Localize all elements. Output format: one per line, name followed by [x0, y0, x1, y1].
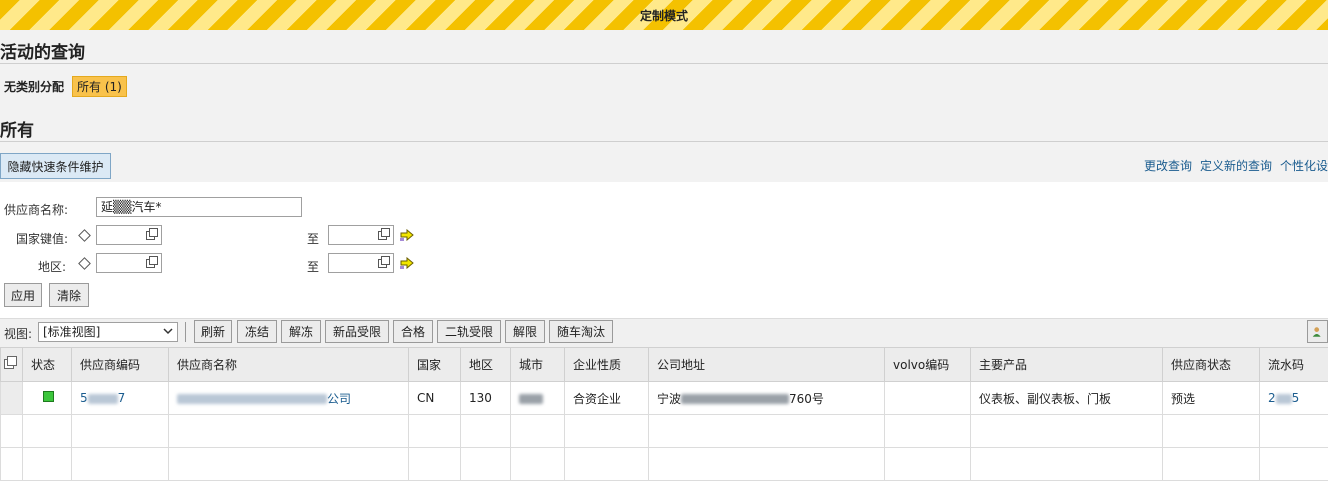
city-cell — [511, 382, 565, 415]
to-label: 至 — [307, 230, 319, 247]
toolbar-separator — [185, 322, 186, 342]
banner-title: 定制模式 — [640, 7, 688, 24]
second-track-restrict-button[interactable]: 二轨受限 — [437, 320, 501, 343]
column-header[interactable]: 供应商编码 — [72, 348, 169, 382]
define-new-query-link[interactable]: 定义新的查询 — [1200, 157, 1272, 174]
value-help-icon[interactable] — [146, 256, 158, 268]
column-header[interactable]: volvo编码 — [885, 348, 971, 382]
table-header-row: 状态 供应商编码 供应商名称 国家 地区 城市 企业性质 公司地址 volvo编… — [1, 348, 1328, 382]
column-header[interactable]: 城市 — [511, 348, 565, 382]
section-title: 所有 — [0, 116, 34, 141]
region-from-input[interactable] — [96, 253, 162, 273]
column-header[interactable]: 流水码 — [1260, 348, 1328, 382]
column-header[interactable]: 供应商状态 — [1163, 348, 1260, 382]
table-row — [1, 415, 1328, 448]
address-cell: 宁波760号 — [649, 382, 885, 415]
to-label: 至 — [307, 258, 319, 275]
value-help-icon[interactable] — [146, 228, 158, 240]
table-row — [1, 448, 1328, 481]
region-to-input[interactable] — [328, 253, 394, 273]
user-settings-icon — [1312, 325, 1323, 339]
operator-icon[interactable] — [78, 257, 91, 270]
row-selector[interactable] — [1, 382, 23, 415]
value-help-icon[interactable] — [378, 256, 390, 268]
serial-cell[interactable]: 25 — [1260, 382, 1328, 415]
column-header[interactable]: 状态 — [23, 348, 72, 382]
country-cell: CN — [409, 382, 461, 415]
supplier-status-cell: 预选 — [1163, 382, 1260, 415]
change-query-link[interactable]: 更改查询 — [1144, 157, 1192, 174]
chevron-down-icon — [163, 326, 173, 336]
category-row: 无类别分配 所有 (1) — [4, 76, 127, 97]
column-header[interactable]: 企业性质 — [565, 348, 649, 382]
column-header[interactable]: 主要产品 — [971, 348, 1163, 382]
settings-user-button[interactable] — [1307, 320, 1328, 343]
supplier-code-cell[interactable]: 57 — [72, 382, 169, 415]
result-table: 状态 供应商编码 供应商名称 国家 地区 城市 企业性质 公司地址 volvo编… — [0, 347, 1328, 481]
region-label: 地区: — [38, 258, 66, 275]
select-all-cell[interactable] — [1, 348, 23, 382]
eliminate-button[interactable]: 随车淘汰 — [549, 320, 613, 343]
column-header[interactable]: 供应商名称 — [169, 348, 409, 382]
apply-button[interactable]: 应用 — [4, 283, 42, 307]
multiple-selection-arrow-icon[interactable] — [400, 257, 414, 269]
select-all-icon[interactable] — [4, 356, 18, 370]
new-product-restrict-button[interactable]: 新品受限 — [325, 320, 389, 343]
value-help-icon[interactable] — [378, 228, 390, 240]
volvo-code-cell — [885, 382, 971, 415]
freeze-button[interactable]: 冻结 — [237, 320, 277, 343]
category-all-link[interactable]: 所有 (1) — [72, 76, 127, 97]
divider — [0, 63, 1328, 64]
supplier-name-label: 供应商名称: — [4, 201, 68, 218]
active-queries-title: 活动的查询 — [0, 38, 85, 63]
divider — [0, 141, 1328, 142]
redacted — [88, 394, 118, 404]
main-products-cell: 仪表板、副仪表板、门板 — [971, 382, 1163, 415]
operator-icon[interactable] — [78, 229, 91, 242]
release-restrict-button[interactable]: 解限 — [505, 320, 545, 343]
redacted — [177, 394, 327, 404]
refresh-button[interactable]: 刷新 — [194, 320, 232, 343]
clear-button[interactable]: 清除 — [49, 283, 89, 307]
country-to-input[interactable] — [328, 225, 394, 245]
supplier-name-input[interactable]: 延▒▒汽车* — [96, 197, 302, 217]
column-header[interactable]: 公司地址 — [649, 348, 885, 382]
view-label: 视图: — [4, 325, 32, 342]
status-green-icon — [43, 391, 54, 402]
view-select-value: [标准视图] — [43, 325, 100, 339]
region-cell: 130 — [461, 382, 511, 415]
status-cell — [23, 382, 72, 415]
multiple-selection-arrow-icon[interactable] — [400, 229, 414, 241]
qualified-button[interactable]: 合格 — [393, 320, 433, 343]
redacted — [519, 394, 543, 404]
column-header[interactable]: 地区 — [461, 348, 511, 382]
column-header[interactable]: 国家 — [409, 348, 461, 382]
supplier-name-cell[interactable]: 公司 — [169, 382, 409, 415]
table-row[interactable]: 57 公司 CN 130 合资企业 宁波760号 仪表板、副仪表板、门板 预选 … — [1, 382, 1328, 415]
header-area — [0, 30, 1328, 182]
country-from-input[interactable] — [96, 225, 162, 245]
category-label: 无类别分配 — [4, 78, 64, 95]
personalize-link[interactable]: 个性化设 — [1280, 157, 1328, 174]
view-select[interactable]: [标准视图] — [38, 322, 178, 342]
redacted — [681, 394, 789, 404]
country-key-label: 国家键值: — [16, 230, 68, 247]
hide-quick-criteria-button[interactable]: 隐藏快速条件维护 — [0, 153, 111, 179]
customization-mode-banner: 定制模式 — [0, 0, 1328, 30]
query-links: 更改查询 定义新的查询 个性化设 — [1144, 157, 1328, 174]
redacted — [1276, 394, 1292, 404]
nature-cell: 合资企业 — [565, 382, 649, 415]
unfreeze-button[interactable]: 解冻 — [281, 320, 321, 343]
